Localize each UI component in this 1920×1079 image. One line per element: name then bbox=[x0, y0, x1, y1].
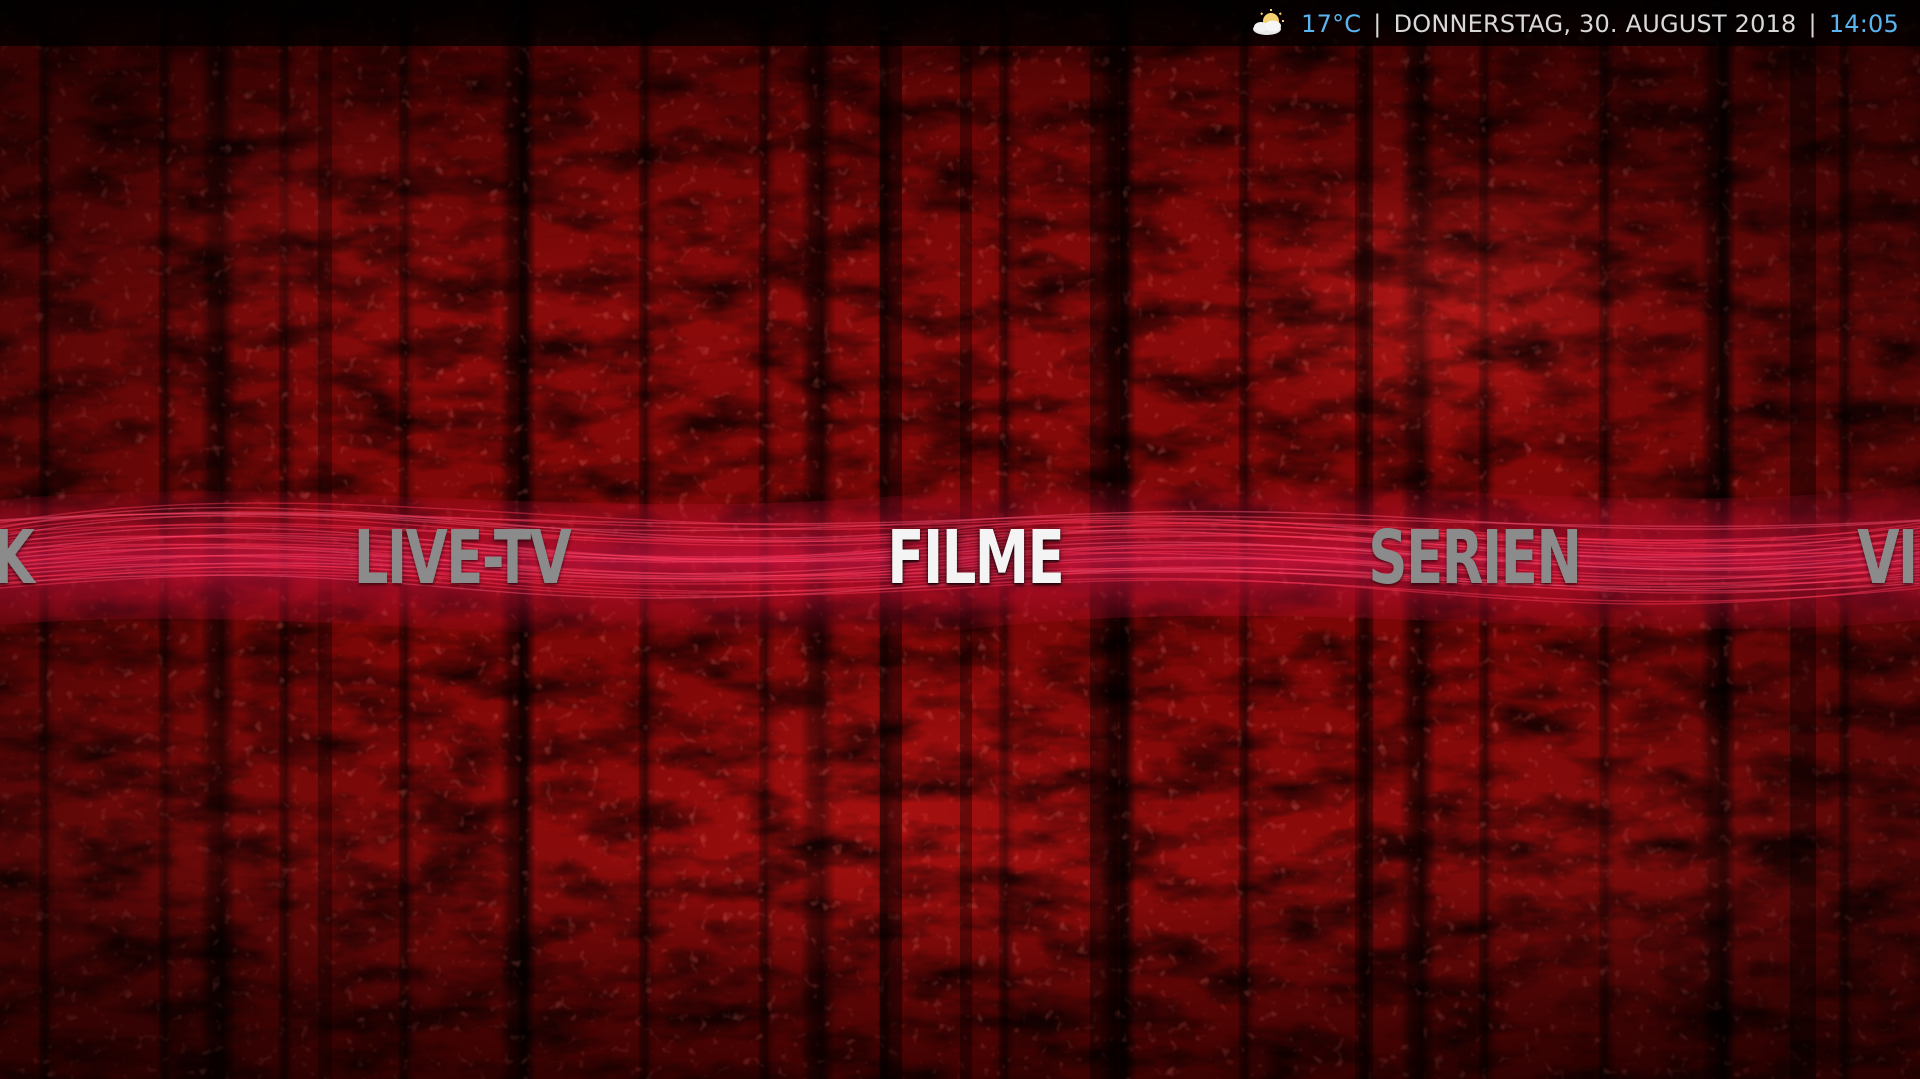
temperature-text: 17°C bbox=[1301, 10, 1362, 38]
separator: | bbox=[1373, 10, 1382, 38]
menu-item-partial-right[interactable]: VID bbox=[1857, 508, 1920, 608]
date-text: DONNERSTAG, 30. AUGUST 2018 bbox=[1393, 10, 1797, 38]
top-status-bar: 17°C | DONNERSTAG, 30. AUGUST 2018 | 14:… bbox=[0, 0, 1920, 46]
clock-text: 14:05 bbox=[1828, 10, 1899, 38]
partly-sunny-icon bbox=[1253, 9, 1285, 35]
kodi-home-screen: 17°C | DONNERSTAG, 30. AUGUST 2018 | 14:… bbox=[0, 0, 1920, 1079]
home-main-menu: K LIVE-TV FILME SERIEN VID bbox=[0, 508, 1920, 608]
menu-item-live-tv[interactable]: LIVE-TV bbox=[354, 508, 572, 608]
menu-item-filme[interactable]: FILME bbox=[887, 508, 1064, 608]
status-info: 17°C | DONNERSTAG, 30. AUGUST 2018 | 14:… bbox=[1249, 8, 1899, 40]
menu-item-serien[interactable]: SERIEN bbox=[1368, 508, 1582, 608]
menu-item-partial-left[interactable]: K bbox=[0, 508, 35, 608]
separator: | bbox=[1808, 10, 1817, 38]
